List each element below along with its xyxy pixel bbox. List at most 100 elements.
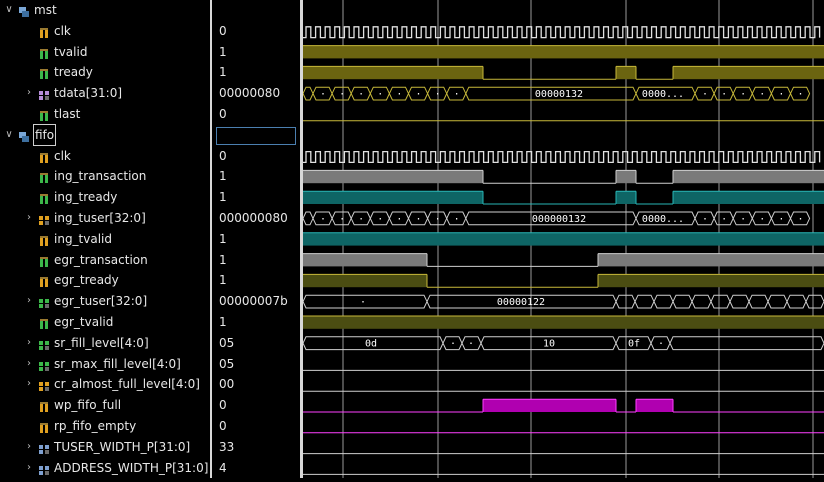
- signal-name: egr_tvalid: [54, 315, 114, 329]
- signal-row[interactable]: › TUSER_WIDTH_P[31:0]: [0, 437, 210, 457]
- bus-value-label: ·: [415, 214, 421, 225]
- bus-segment: [691, 294, 712, 309]
- bit-icon-green: [38, 66, 50, 80]
- group-row-fifo[interactable]: ∨ fifo: [0, 123, 210, 146]
- value-cell: 0: [212, 104, 300, 124]
- signal-value: 1: [219, 65, 227, 80]
- chevron-right-icon[interactable]: ›: [24, 437, 34, 457]
- param-icon: [38, 441, 50, 454]
- chevron-right-icon[interactable]: ›: [24, 458, 34, 478]
- value-cell: 33: [212, 437, 300, 457]
- signal-row[interactable]: ing_tvalid: [0, 229, 210, 249]
- signal-name: clk: [54, 23, 71, 38]
- signal-row[interactable]: › sr_fill_level[4:0]: [0, 333, 210, 353]
- value-cell: 05: [212, 354, 300, 374]
- bus-icon-orange: [38, 378, 50, 392]
- bus-value-label: 10: [543, 339, 555, 350]
- signal-row[interactable]: egr_tvalid: [0, 312, 210, 332]
- signal-name: wp_fifo_full: [54, 398, 122, 413]
- value-cell: 1: [212, 62, 300, 82]
- signal-name: sr_fill_level[4:0]: [54, 335, 149, 350]
- wave-high: [598, 253, 824, 267]
- signal-row[interactable]: tlast: [0, 104, 210, 124]
- signal-name: ing_tuser[32:0]: [54, 211, 146, 225]
- wave-high: [303, 316, 824, 329]
- chevron-right-icon[interactable]: ›: [24, 374, 34, 394]
- value-cell: 000000080: [212, 208, 300, 228]
- signal-row[interactable]: › ADDRESS_WIDTH_P[31:0]: [0, 458, 210, 478]
- signal-value: 1: [219, 231, 227, 246]
- signal-value: 00000007b: [219, 294, 288, 309]
- signal-row[interactable]: ing_transaction: [0, 166, 210, 186]
- bus-value-label: ·: [320, 89, 326, 100]
- signal-name: mst: [34, 3, 57, 17]
- wave-high: [483, 399, 616, 412]
- wave-high: [636, 399, 673, 412]
- signal-row[interactable]: clk: [0, 21, 210, 41]
- bus-value-label: 0000...: [642, 214, 684, 225]
- bus-value-label: ·: [721, 214, 727, 225]
- signal-value: 0: [219, 23, 227, 38]
- waveform-canvas[interactable]: · · · · · · · · 00000132 0000... · · · · · · · · · · · · · · 000…: [302, 0, 824, 478]
- value-cell: 00000007b: [212, 291, 300, 311]
- value-cell: 0: [212, 146, 300, 166]
- bus-segment: [634, 294, 655, 309]
- value-cell: 05: [212, 333, 300, 353]
- chevron-down-icon[interactable]: ∨: [4, 0, 14, 20]
- chevron-right-icon[interactable]: ›: [24, 83, 34, 103]
- signal-row[interactable]: clk: [0, 146, 210, 166]
- chevron-down-icon[interactable]: ∨: [4, 125, 14, 145]
- chevron-right-icon[interactable]: ›: [24, 291, 34, 311]
- bus-segment: [302, 86, 314, 101]
- chevron-right-icon[interactable]: ›: [24, 354, 34, 374]
- signal-row[interactable]: tvalid: [0, 42, 210, 62]
- signal-row[interactable]: egr_tready: [0, 270, 210, 290]
- value-cell: 00: [212, 374, 300, 394]
- signal-row[interactable]: › sr_max_fill_level[4:0]: [0, 354, 210, 374]
- wave-high: [303, 274, 427, 288]
- value-cell: 0: [212, 21, 300, 41]
- bus-segment: [710, 294, 731, 309]
- signal-value: 00: [219, 377, 235, 392]
- signal-row[interactable]: tready: [0, 62, 210, 82]
- signal-row[interactable]: › tdata[31:0]: [0, 83, 210, 103]
- bus-value-label: ·: [468, 339, 474, 350]
- value-cell: 1: [212, 270, 300, 290]
- chevron-right-icon[interactable]: ›: [24, 208, 34, 228]
- signal-row[interactable]: rp_fifo_empty: [0, 416, 210, 436]
- signal-row[interactable]: › ing_tuser[32:0]: [0, 208, 210, 228]
- bus-value-label: ·: [320, 214, 326, 225]
- bus-value-label: ·: [454, 214, 460, 225]
- signal-row[interactable]: ing_tready: [0, 187, 210, 207]
- value-cell: 0: [212, 416, 300, 436]
- bus-value-label: ·: [339, 89, 345, 100]
- bus-segment: [729, 294, 750, 309]
- bus-segment: [805, 294, 824, 309]
- bit-icon-green: [38, 254, 50, 267]
- waveform-pane[interactable]: · · · · · · · · 00000132 0000... · · · · · · · · · · · · · · 000…: [302, 0, 824, 478]
- signal-row[interactable]: egr_transaction: [0, 250, 210, 270]
- value-cell: 0: [212, 395, 300, 415]
- signal-row[interactable]: wp_fifo_full: [0, 395, 210, 415]
- bit-icon-orange: [38, 274, 50, 288]
- signal-value: 05: [219, 356, 235, 371]
- signal-row[interactable]: › cr_almost_full_level[4:0]: [0, 374, 210, 394]
- signal-name: egr_tready: [54, 273, 119, 288]
- bus-value-label: ·: [377, 214, 383, 225]
- bus-value-label: ·: [450, 339, 456, 350]
- chevron-right-icon[interactable]: ›: [24, 333, 34, 353]
- value-cell: [212, 0, 300, 20]
- signal-name: ing_tvalid: [54, 231, 113, 246]
- signal-value: 0: [219, 398, 227, 413]
- bus-value-label: ·: [721, 89, 727, 100]
- value-cell: [212, 125, 300, 145]
- group-row-mst[interactable]: ∨ mst: [0, 0, 210, 20]
- bit-icon-orange: [38, 233, 50, 246]
- bus-value-label: ·: [358, 214, 364, 225]
- signal-row[interactable]: › egr_tuser[32:0]: [0, 291, 210, 311]
- bit-icon-orange: [38, 399, 50, 413]
- bus-icon-green: [38, 295, 50, 309]
- bus-value-label: 00000132: [535, 89, 583, 100]
- bus-value-label: 00000122: [497, 297, 545, 308]
- signal-name: ing_transaction: [54, 169, 147, 184]
